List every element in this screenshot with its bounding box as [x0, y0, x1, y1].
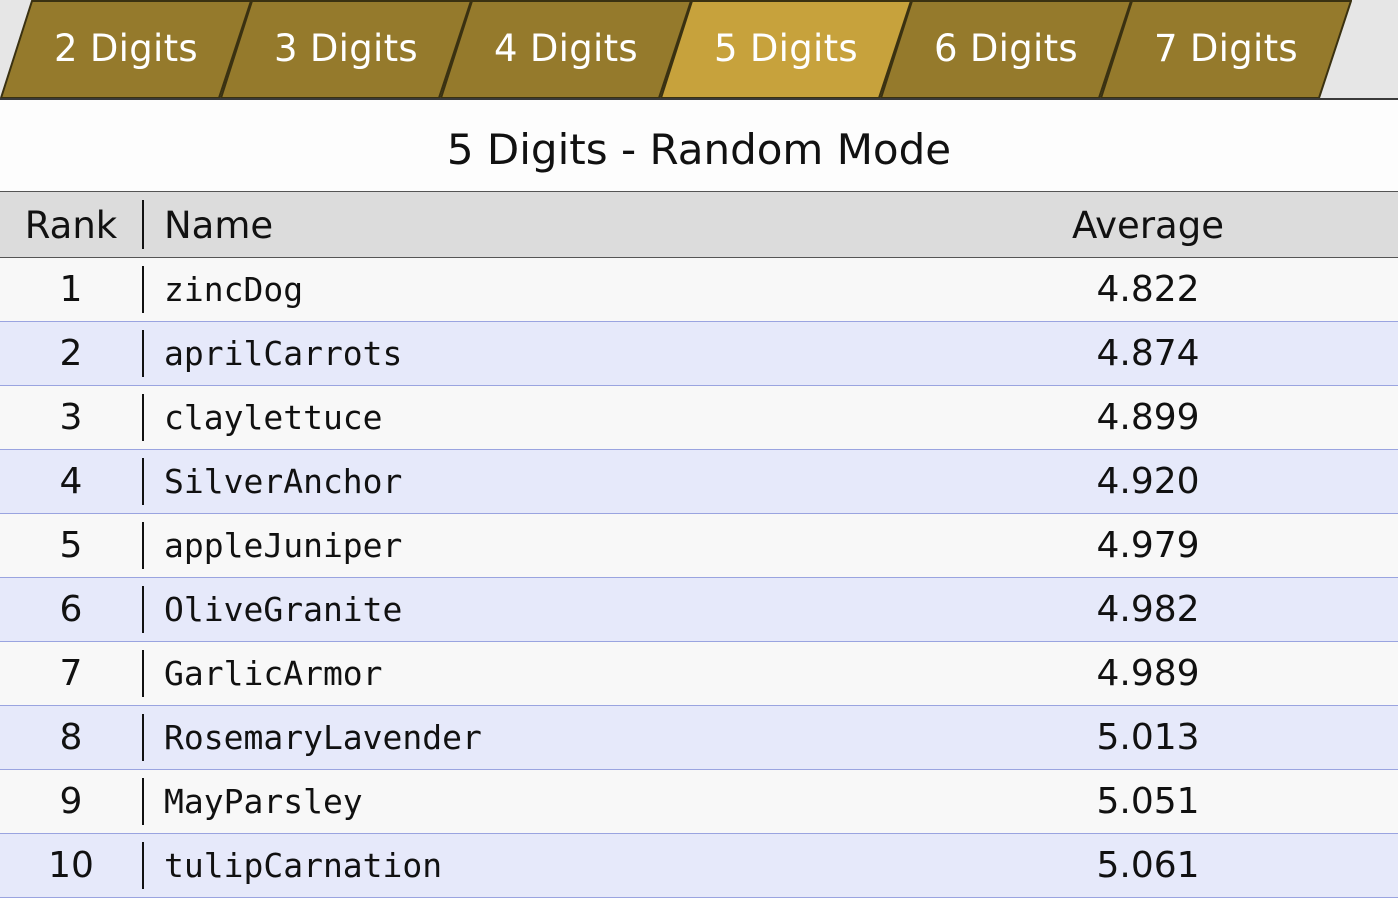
column-header-name[interactable]: Name — [164, 192, 864, 257]
average-cell: 4.989 — [1096, 653, 1200, 694]
column-divider — [142, 842, 144, 889]
tab-label: 4 Digits — [493, 27, 639, 70]
name-cell: GarlicArmor — [164, 654, 383, 693]
name-cell: zincDog — [164, 270, 304, 309]
name-cell: SilverAnchor — [164, 462, 403, 501]
rank-cell: 9 — [59, 781, 83, 822]
digit-tab-bar: 2 Digits 3 Digits 4 Digits 5 Digits 6 Digits… — [0, 0, 1398, 100]
column-divider — [142, 394, 144, 441]
rank-cell: 8 — [59, 717, 83, 758]
tab-label: 6 Digits — [933, 27, 1079, 70]
rank-cell: 10 — [48, 845, 94, 886]
rank-cell: 4 — [59, 461, 83, 502]
name-cell: claylettuce — [164, 398, 383, 437]
name-cell: RosemaryLavender — [164, 718, 482, 757]
average-cell: 4.982 — [1096, 589, 1200, 630]
leaderboard-table: 1 zincDog 4.822 2 aprilCarrots 4.874 3 claylett… — [0, 258, 1398, 898]
column-divider — [142, 458, 144, 505]
rank-cell: 5 — [59, 525, 83, 566]
column-divider — [142, 200, 144, 249]
average-cell: 5.013 — [1096, 717, 1200, 758]
column-divider — [142, 778, 144, 825]
table-row: 6 OliveGranite 4.982 — [0, 578, 1398, 642]
table-row: 9 MayParsley 5.051 — [0, 770, 1398, 834]
table-row: 4 SilverAnchor 4.920 — [0, 450, 1398, 514]
rank-cell: 3 — [59, 397, 83, 438]
column-divider — [142, 522, 144, 569]
rank-cell: 7 — [59, 653, 83, 694]
table-row: 3 claylettuce 4.899 — [0, 386, 1398, 450]
tab-label: 7 Digits — [1153, 27, 1299, 70]
tab-label: 3 Digits — [273, 27, 419, 70]
column-divider — [142, 330, 144, 377]
table-header: Rank Name Average — [0, 192, 1398, 258]
average-cell: 4.920 — [1096, 461, 1200, 502]
name-cell: MayParsley — [164, 782, 363, 821]
rank-cell: 6 — [59, 589, 83, 630]
name-cell: appleJuniper — [164, 526, 403, 565]
tab-6-digits[interactable]: 6 Digits — [880, 0, 1132, 98]
column-header-rank[interactable]: Rank — [0, 192, 142, 257]
tab-5-digits[interactable]: 5 Digits — [660, 0, 912, 98]
table-row: 1 zincDog 4.822 — [0, 258, 1398, 322]
rank-cell: 1 — [59, 269, 83, 310]
table-row: 8 RosemaryLavender 5.013 — [0, 706, 1398, 770]
page-title: 5 Digits - Random Mode — [0, 100, 1398, 192]
table-row: 2 aprilCarrots 4.874 — [0, 322, 1398, 386]
column-divider — [142, 586, 144, 633]
rank-cell: 2 — [59, 333, 83, 374]
average-cell: 4.874 — [1096, 333, 1200, 374]
table-row: 7 GarlicArmor 4.989 — [0, 642, 1398, 706]
average-cell: 4.822 — [1096, 269, 1200, 310]
name-cell: aprilCarrots — [164, 334, 403, 373]
tab-3-digits[interactable]: 3 Digits — [220, 0, 472, 98]
column-divider — [142, 650, 144, 697]
column-header-average[interactable]: Average — [1000, 192, 1296, 257]
tab-4-digits[interactable]: 4 Digits — [440, 0, 692, 98]
table-row: 10 tulipCarnation 5.061 — [0, 834, 1398, 898]
name-cell: OliveGranite — [164, 590, 403, 629]
tab-label: 2 Digits — [53, 27, 199, 70]
name-cell: tulipCarnation — [164, 846, 443, 885]
average-cell: 5.051 — [1096, 781, 1200, 822]
tab-2-digits[interactable]: 2 Digits — [0, 0, 252, 98]
column-divider — [142, 714, 144, 761]
tab-7-digits[interactable]: 7 Digits — [1100, 0, 1352, 98]
column-divider — [142, 266, 144, 313]
average-cell: 4.979 — [1096, 525, 1200, 566]
average-cell: 4.899 — [1096, 397, 1200, 438]
tab-label: 5 Digits — [713, 27, 859, 70]
average-cell: 5.061 — [1096, 845, 1200, 886]
table-row: 5 appleJuniper 4.979 — [0, 514, 1398, 578]
